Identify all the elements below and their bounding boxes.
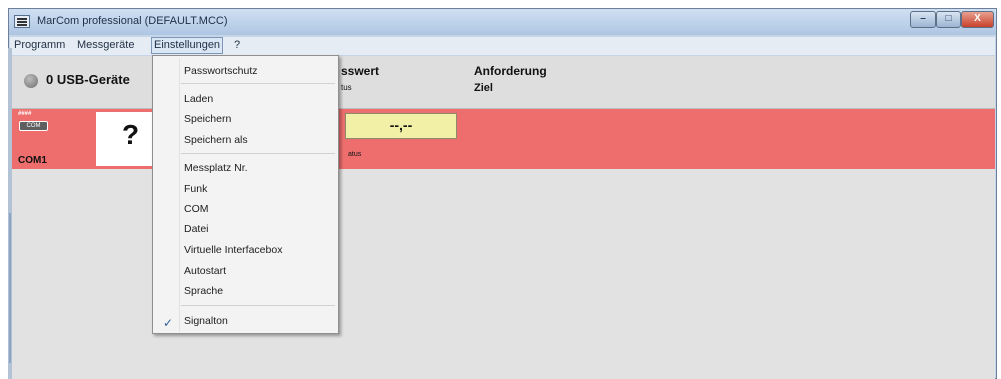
menu-gutter	[179, 58, 180, 332]
usb-status-icon	[24, 74, 38, 88]
device-status-text: atus	[348, 151, 362, 158]
maximize-button[interactable]: □	[936, 11, 961, 28]
menu-bar: Programm Messgeräte Einstellungen ?	[10, 37, 995, 55]
close-button[interactable]: X	[961, 11, 994, 28]
menu-item-laden[interactable]: Laden	[184, 93, 213, 105]
device-type-label: ####	[18, 111, 32, 117]
menu-item-signalton[interactable]: Signalton	[184, 315, 228, 327]
app-icon	[14, 15, 30, 28]
unknown-device-image: ?	[96, 112, 158, 166]
checkmark-icon: ✓	[162, 316, 174, 330]
com-port-label: COM1	[18, 155, 47, 166]
column-status: tus	[341, 83, 352, 92]
title-bar[interactable]: MarCom professional (DEFAULT.MCC) – □ X	[9, 9, 996, 35]
menu-separator	[181, 83, 335, 84]
menu-separator	[181, 305, 335, 306]
menu-item-virtuelle-interfacebox[interactable]: Virtuelle Interfacebox	[184, 244, 282, 256]
menu-item-speichern-als[interactable]: Speichern als	[184, 134, 248, 146]
menu-separator	[181, 153, 335, 154]
question-mark-icon: ?	[122, 119, 140, 150]
menu-item-funk[interactable]: Funk	[184, 183, 207, 195]
einstellungen-dropdown-menu: Passwortschutz Laden Speichern Speichern…	[152, 55, 339, 334]
measurement-value: --,--	[345, 113, 457, 139]
menu-item-datei[interactable]: Datei	[184, 223, 209, 235]
menu-help[interactable]: ?	[234, 39, 240, 51]
usb-device-count: 0 USB-Geräte	[46, 72, 130, 87]
column-anforderung[interactable]: Anforderung	[474, 64, 547, 78]
scrollbar[interactable]	[8, 48, 12, 379]
menu-item-sprache[interactable]: Sprache	[184, 285, 223, 297]
menu-item-passwortschutz[interactable]: Passwortschutz	[184, 65, 258, 77]
minimize-button[interactable]: –	[910, 11, 936, 28]
menu-einstellungen[interactable]: Einstellungen	[151, 37, 224, 54]
menu-programm[interactable]: Programm	[14, 39, 65, 51]
column-messwert[interactable]: sswert	[341, 64, 379, 78]
menu-messgeraete[interactable]: Messgeräte	[77, 39, 134, 51]
menu-item-autostart[interactable]: Autostart	[184, 265, 226, 277]
menu-item-messplatz-nr[interactable]: Messplatz Nr.	[184, 162, 248, 174]
window-title: MarCom professional (DEFAULT.MCC)	[37, 15, 228, 27]
com-interface-icon: COM	[19, 121, 48, 131]
menu-item-speichern[interactable]: Speichern	[184, 113, 231, 125]
column-ziel[interactable]: Ziel	[474, 82, 493, 94]
menu-item-com[interactable]: COM	[184, 203, 209, 215]
